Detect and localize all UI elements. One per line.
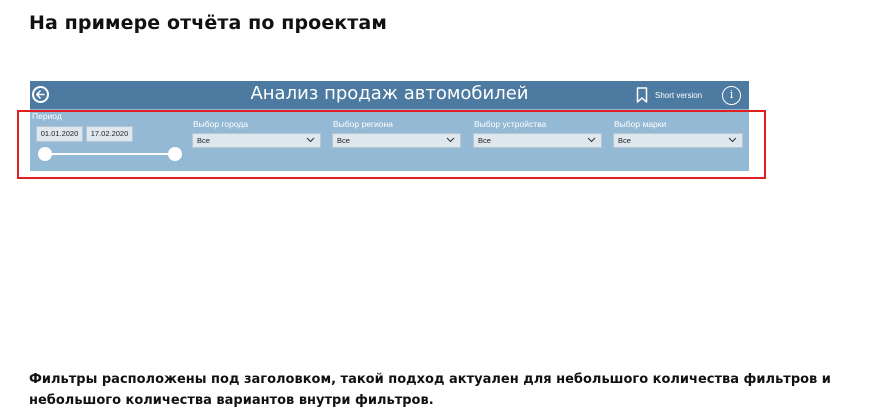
report-header: Анализ продаж автомобилей Short version … (30, 81, 749, 109)
bookmark-icon[interactable] (636, 87, 648, 103)
short-version-link[interactable]: Short version (655, 91, 702, 100)
page-title: На примере отчёта по проектам (29, 12, 387, 34)
filters-highlight-frame (17, 110, 766, 179)
caption-text: Фильтры расположены под заголовком, тако… (29, 372, 831, 408)
info-button[interactable]: i (722, 86, 741, 105)
